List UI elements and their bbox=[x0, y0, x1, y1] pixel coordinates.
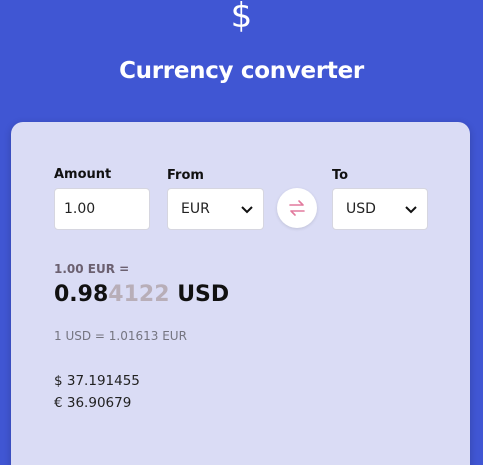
exchange-rate: 1 USD = 1.01613 EUR bbox=[54, 329, 187, 343]
amount-label: Amount bbox=[54, 167, 112, 182]
euro-amount-line: € 36.90679 bbox=[54, 395, 132, 411]
result-value: 0.984122 USD bbox=[54, 282, 229, 307]
chevron-down-icon bbox=[241, 206, 253, 214]
from-currency-select[interactable]: EUR bbox=[167, 188, 264, 230]
result-value-faded: 4122 bbox=[108, 282, 170, 307]
from-currency-value: EUR bbox=[181, 201, 210, 217]
from-label: From bbox=[167, 168, 204, 183]
converter-card: Amount From EUR To USD 1.00 EUR = 0.9841… bbox=[11, 122, 470, 465]
swap-currencies-button[interactable] bbox=[277, 188, 317, 228]
amount-input[interactable] bbox=[55, 201, 149, 217]
chevron-down-icon bbox=[405, 206, 417, 214]
to-currency-value: USD bbox=[346, 201, 376, 217]
dollar-amount-line: $ 37.191455 bbox=[54, 373, 140, 389]
amount-field[interactable] bbox=[54, 188, 150, 230]
result-currency: USD bbox=[177, 282, 230, 307]
page-title: Currency converter bbox=[119, 58, 364, 84]
converter-page: $ Currency converter Amount From EUR To … bbox=[0, 0, 483, 465]
result-label: 1.00 EUR = bbox=[54, 262, 130, 276]
swap-arrows-icon bbox=[289, 200, 305, 216]
dollar-icon: $ bbox=[230, 0, 253, 36]
to-label: To bbox=[332, 168, 349, 183]
to-currency-select[interactable]: USD bbox=[332, 188, 428, 230]
result-value-main: 0.98 bbox=[54, 282, 109, 307]
